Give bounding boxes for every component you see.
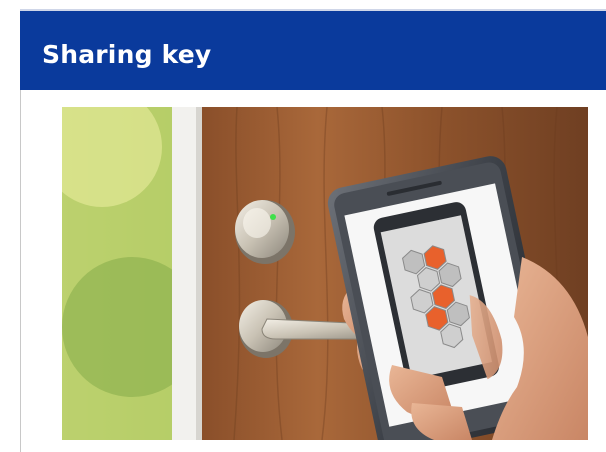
slide: Sharing key — [0, 0, 606, 452]
slide-left-divider — [20, 90, 21, 452]
smart-lock-photo — [62, 107, 588, 440]
slide-title: Sharing key — [42, 40, 212, 69]
title-bar: Sharing key — [20, 9, 606, 90]
